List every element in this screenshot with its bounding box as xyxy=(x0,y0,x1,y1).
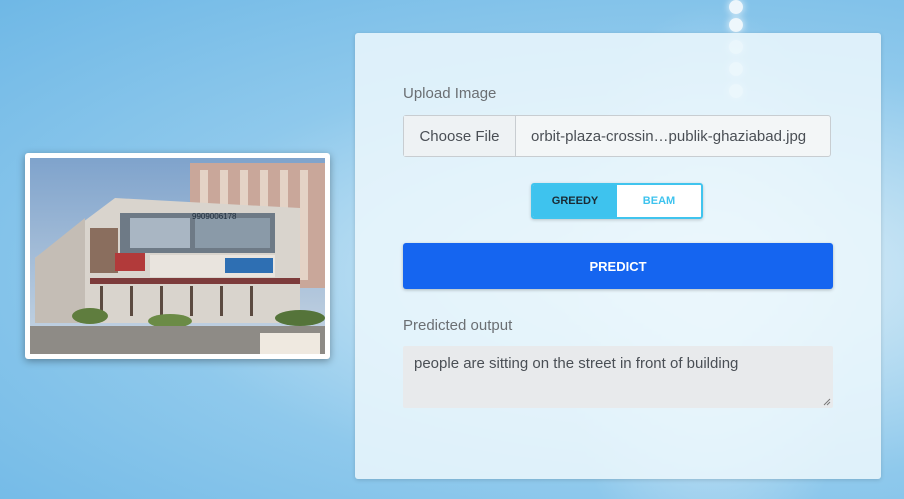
decoding-toggle: GREEDY BEAM xyxy=(531,183,703,219)
choose-file-button[interactable]: Choose File xyxy=(404,116,516,156)
file-upload-input[interactable]: Choose File orbit-plaza-crossin…publik-g… xyxy=(403,115,831,157)
building-photo: 9909006178 xyxy=(30,158,325,354)
billboard-number: 9909006178 xyxy=(192,212,237,221)
predicted-output-text: people are sitting on the street in fron… xyxy=(414,355,739,372)
beam-option[interactable]: BEAM xyxy=(617,185,701,217)
resize-handle-icon[interactable] xyxy=(823,398,831,406)
background-light-dot xyxy=(729,18,743,32)
greedy-option[interactable]: GREEDY xyxy=(533,185,617,217)
predicted-output-textarea[interactable]: people are sitting on the street in fron… xyxy=(403,346,833,408)
predict-button[interactable]: PREDICT xyxy=(403,243,833,289)
upload-image-label: Upload Image xyxy=(403,85,497,102)
selected-file-name: orbit-plaza-crossin…publik-ghaziabad.jpg xyxy=(531,127,807,145)
predicted-output-label: Predicted output xyxy=(403,317,513,334)
prediction-panel: Upload Image Choose File orbit-plaza-cro… xyxy=(355,33,881,479)
uploaded-image-preview: 9909006178 xyxy=(25,153,330,359)
background-light-dot xyxy=(729,0,743,14)
